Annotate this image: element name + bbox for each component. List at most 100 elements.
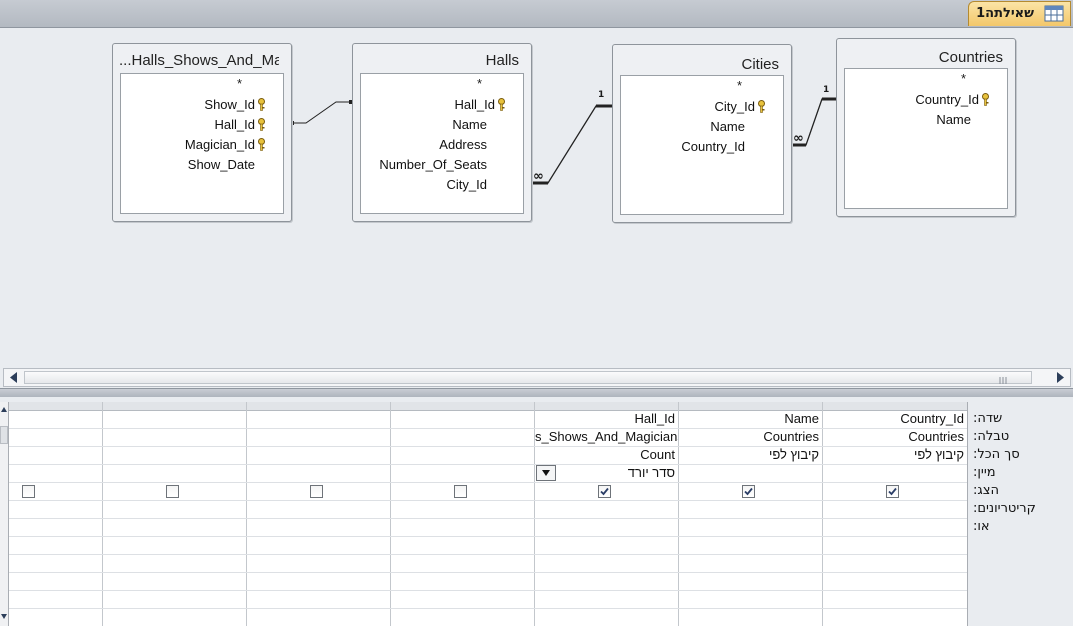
table-halls-shows-and-magicians[interactable]: ...Halls_Shows_And_Ma * Show_Id Hall_Id …: [112, 43, 292, 222]
grid-field-cell[interactable]: Country_Id: [823, 410, 967, 428]
grid-row-line: [9, 518, 967, 519]
row-label-or: או:: [973, 519, 990, 534]
design-horizontal-scrollbar[interactable]: [3, 368, 1071, 387]
field-list[interactable]: * Show_Id Hall_Id Magician_Id Show_Date: [120, 73, 284, 214]
table-cities[interactable]: Cities * City_Id Name Country_Id: [612, 44, 792, 223]
field-list[interactable]: * Country_Id Name: [844, 68, 1008, 209]
scroll-thumb[interactable]: [24, 371, 1032, 384]
grid-table-cell[interactable]: Countries: [679, 428, 822, 446]
field-item[interactable]: Hall_Id: [455, 97, 495, 112]
query-design-surface[interactable]: ∞ 1 ∞ 1 ...Halls_Shows_And_Ma * Show_Id …: [0, 28, 1073, 368]
field-item[interactable]: Show_Date: [188, 157, 255, 172]
field-item[interactable]: Number_Of_Seats: [379, 157, 487, 172]
table-title: Countries: [938, 49, 1003, 66]
one-label: 1: [598, 90, 605, 100]
scroll-left-icon[interactable]: [6, 370, 22, 385]
field-list[interactable]: * Hall_Id Name Address Number_Of_Seats C…: [360, 73, 524, 214]
column-selector[interactable]: [391, 402, 534, 411]
scroll-up-icon[interactable]: [0, 404, 8, 414]
all-fields-star[interactable]: *: [961, 71, 966, 86]
document-tab-bar: שאילתה1: [0, 0, 1073, 28]
field-item[interactable]: Name: [710, 119, 745, 134]
grid-total-cell[interactable]: קיבוץ לפי: [679, 446, 822, 464]
scroll-thumb[interactable]: [0, 426, 8, 444]
relationship-line: [532, 105, 612, 184]
row-label-total: סך הכל:: [973, 447, 1020, 462]
grid-vertical-scrollbar[interactable]: [0, 402, 8, 626]
field-list[interactable]: * City_Id Name Country_Id: [620, 75, 784, 215]
grid-row-line: [9, 608, 967, 609]
scroll-right-icon[interactable]: [1052, 370, 1068, 385]
field-item[interactable]: Hall_Id: [215, 117, 255, 132]
primary-key-icon: [258, 138, 265, 151]
grid-field-cell[interactable]: Name: [679, 410, 822, 428]
grip-icon: [999, 377, 1007, 384]
sort-dropdown-button[interactable]: [536, 465, 556, 481]
document-tab-label: שאילתה1: [976, 6, 1034, 21]
grid-row-line: [9, 482, 967, 483]
show-checkbox[interactable]: [310, 485, 323, 498]
primary-key-icon: [498, 98, 505, 111]
primary-key-icon: [982, 93, 989, 106]
table-halls[interactable]: Halls * Hall_Id Name Address Number_Of_S…: [352, 43, 532, 222]
show-checkbox[interactable]: [166, 485, 179, 498]
grid-total-cell[interactable]: קיבוץ לפי: [823, 446, 967, 464]
field-item[interactable]: City_Id: [715, 99, 755, 114]
query-icon: [1044, 5, 1064, 22]
checkmark-icon: [600, 487, 609, 496]
chevron-down-icon: [542, 470, 550, 476]
many-label: ∞: [793, 131, 804, 146]
table-title: Halls: [485, 52, 519, 69]
scroll-down-icon[interactable]: [0, 612, 8, 622]
field-item[interactable]: Country_Id: [915, 92, 979, 107]
all-fields-star[interactable]: *: [477, 76, 482, 91]
grid-column-line: [102, 402, 103, 626]
field-item[interactable]: Name: [452, 117, 487, 132]
table-title: Cities: [741, 56, 779, 73]
all-fields-star[interactable]: *: [737, 78, 742, 93]
query-design-grid-area: Country_Id Countries קיבוץ לפי Name Coun…: [0, 397, 1073, 626]
column-selector[interactable]: [9, 402, 102, 411]
all-fields-star[interactable]: *: [237, 76, 242, 91]
grid-row-line: [9, 590, 967, 591]
grid-field-cell[interactable]: Hall_Id: [535, 410, 678, 428]
field-item[interactable]: Address: [439, 137, 487, 152]
document-tab[interactable]: שאילתה1: [968, 1, 1071, 26]
field-item[interactable]: Magician_Id: [185, 137, 255, 152]
grid-sort-cell[interactable]: סדר יורד: [535, 464, 678, 482]
row-label-criteria: קריטריונים:: [973, 501, 1036, 516]
row-label-show: הצג:: [973, 483, 999, 498]
row-label-field: שדה:: [973, 411, 1003, 426]
grid-sort-cell[interactable]: [679, 464, 822, 482]
primary-key-icon: [258, 118, 265, 131]
column-selector[interactable]: [103, 402, 246, 411]
grid-row-line: [9, 500, 967, 501]
one-label: 1: [823, 85, 830, 95]
relationship-line: [292, 101, 352, 124]
show-checkbox[interactable]: [22, 485, 35, 498]
primary-key-icon: [758, 100, 765, 113]
query-grid[interactable]: Country_Id Countries קיבוץ לפי Name Coun…: [8, 402, 968, 626]
show-checkbox[interactable]: [598, 485, 611, 498]
grid-column-line: [246, 402, 247, 626]
grid-column-line: [390, 402, 391, 626]
grid-table-cell[interactable]: s_Shows_And_Magicians: [535, 428, 678, 446]
show-checkbox[interactable]: [886, 485, 899, 498]
field-item[interactable]: Show_Id: [204, 97, 255, 112]
grid-total-cell[interactable]: Count: [535, 446, 678, 464]
grid-row-line: [9, 536, 967, 537]
primary-key-icon: [258, 98, 265, 111]
grid-sort-cell[interactable]: [823, 464, 967, 482]
grid-row-line: [9, 554, 967, 555]
field-item[interactable]: City_Id: [447, 177, 487, 192]
show-checkbox[interactable]: [454, 485, 467, 498]
row-label-sort: מיין:: [973, 465, 996, 480]
field-item[interactable]: Country_Id: [681, 139, 745, 154]
show-checkbox[interactable]: [742, 485, 755, 498]
table-countries[interactable]: Countries * Country_Id Name: [836, 38, 1016, 217]
grid-table-cell[interactable]: Countries: [823, 428, 967, 446]
grid-row-line: [9, 572, 967, 573]
many-label: ∞: [533, 169, 544, 184]
column-selector[interactable]: [247, 402, 390, 411]
field-item[interactable]: Name: [936, 112, 971, 127]
